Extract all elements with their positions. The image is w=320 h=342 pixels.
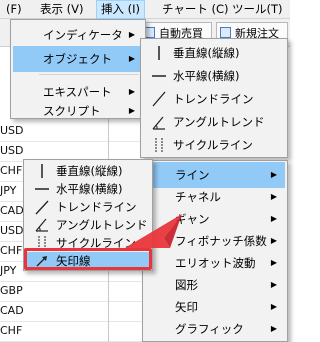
symbol-label: CHF: [0, 164, 23, 177]
symbol-label: JPY: [0, 184, 17, 197]
symbol-label: CHF: [0, 324, 23, 337]
submenu-arrow-icon: ▶: [128, 87, 135, 96]
menu-chart[interactable]: チャート (C): [158, 0, 233, 19]
submenu-arrow-icon: ▶: [128, 106, 135, 115]
menu-item-objects[interactable]: オブジェクト ▶: [13, 46, 143, 72]
menu-item-horizontal-line[interactable]: 水平線(横線): [26, 180, 150, 198]
menu-item-vertical-line[interactable]: 垂直線(縦線): [26, 162, 150, 180]
submenu-arrow-icon: ▶: [128, 54, 135, 63]
menu-tools[interactable]: ツール(T): [228, 0, 287, 19]
symbol-label: JPY: [0, 264, 17, 277]
menu-view[interactable]: 表示 (V): [36, 0, 88, 19]
menu-item-indicators[interactable]: インディケータ ▶: [13, 22, 143, 48]
menu-item-graphics[interactable]: グラフィック ▶: [145, 316, 285, 342]
menu-separator: [39, 74, 139, 75]
menu-item-label: グラフィック: [175, 322, 244, 336]
menu-file[interactable]: (F): [2, 0, 26, 19]
menu-bar: (F) 表示 (V) 挿入 (I) チャート (C) ツール(T): [0, 0, 290, 19]
menu-item-cycle-lines[interactable]: サイクルライン: [143, 132, 285, 158]
symbol-label: USD: [0, 124, 24, 137]
menu-item-label: インディケータ: [43, 28, 123, 42]
vertical-line-icon: [34, 162, 50, 180]
annotation-arrow-icon: [125, 214, 182, 248]
menu-item-scripts[interactable]: スクリプト ▶: [13, 103, 143, 119]
trendline-icon: [34, 198, 50, 216]
menu-item-label: エキスパート: [43, 85, 112, 99]
menu-item-label: サイクルライン: [173, 138, 253, 152]
menu-item-label: オブジェクト: [43, 52, 112, 66]
menu-item-label: スクリプト: [43, 104, 101, 118]
symbol-label: CHF: [0, 244, 23, 257]
symbol-label: CAD: [0, 304, 24, 317]
menu-insert[interactable]: 挿入 (I): [96, 0, 146, 19]
symbol-label: CAD: [0, 204, 24, 217]
cycle-lines-icon: [151, 132, 167, 158]
symbol-label: USD: [0, 144, 24, 157]
horizontal-line-icon: [34, 180, 50, 198]
menu-item-label: 垂直線(縦線): [56, 164, 123, 178]
menu-item-experts[interactable]: エキスパート ▶: [13, 79, 143, 105]
new-order-icon: [220, 27, 231, 38]
insert-menu: インディケータ ▶ オブジェクト ▶ エキスパート ▶ スクリプト ▶: [10, 19, 146, 119]
menu-item-label: 水平線(横線): [56, 182, 123, 196]
objects-submenu: 垂直線(縦線) 水平線(横線) トレンドライン アングルトレンド サイクルライン: [140, 38, 288, 158]
symbol-label: USD: [0, 224, 24, 237]
submenu-arrow-icon: ▶: [270, 324, 277, 333]
submenu-arrow-icon: ▶: [128, 30, 135, 39]
symbol-label: GBP: [0, 284, 23, 297]
angle-trend-icon: [34, 216, 50, 234]
